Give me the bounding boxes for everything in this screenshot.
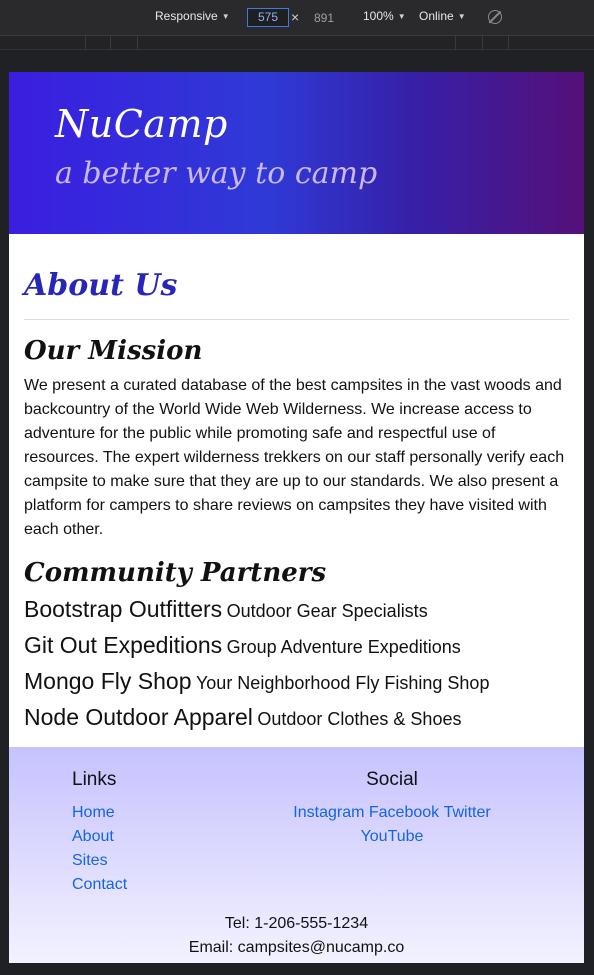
zoom-label: 100% (363, 9, 394, 23)
partner-name: Node Outdoor Apparel (24, 704, 253, 730)
partner-description: Outdoor Gear Specialists (226, 601, 428, 621)
partner-description: Your Neighborhood Fly Fishing Shop (195, 673, 490, 693)
tagline: a better way to camp (55, 156, 378, 191)
media-query-ruler (0, 36, 594, 50)
social-link-facebook[interactable]: Facebook (369, 804, 439, 821)
phone-number: Tel: 1-206-555-1234 (224, 915, 369, 932)
network-label: Online (419, 9, 454, 23)
footer-link-about[interactable]: About (72, 825, 127, 849)
partner-name: Mongo Fly Shop (24, 668, 192, 694)
zoom-dropdown[interactable]: 100% ▼ (363, 9, 406, 23)
social-heading: Social (366, 769, 418, 790)
main-content: About Us Our Mission We present a curate… (9, 234, 584, 740)
height-input[interactable]: 891 (314, 11, 334, 25)
footer-links: Links Home About Sites Contact (72, 769, 127, 897)
footer-social: Social Instagram Facebook Twitter YouTub… (279, 769, 505, 849)
devtools-toolbar: Responsive ▼ 575 × 891 100% ▼ Online ▼ (0, 0, 594, 36)
links-heading: Links (72, 769, 117, 790)
times-icon: × (291, 9, 300, 25)
mission-heading: Our Mission (24, 336, 203, 366)
network-throttle-dropdown[interactable]: Online ▼ (419, 9, 466, 23)
partner-item: Git Out Expeditions Group Adventure Expe… (24, 632, 569, 668)
partner-description: Outdoor Clothes & Shoes (257, 709, 462, 729)
partners-heading: Community Partners (24, 558, 327, 588)
social-link-youtube[interactable]: YouTube (361, 828, 424, 845)
chevron-down-icon: ▼ (457, 12, 466, 21)
chevron-down-icon: ▼ (221, 12, 230, 21)
device-mode-dropdown[interactable]: Responsive ▼ (155, 9, 230, 23)
partner-description: Group Adventure Expeditions (226, 637, 461, 657)
partner-name: Bootstrap Outfitters (24, 596, 223, 622)
chevron-down-icon: ▼ (397, 12, 406, 21)
footer-link-sites[interactable]: Sites (72, 849, 127, 873)
brand-title: NuCamp (55, 102, 228, 146)
partner-item: Bootstrap Outfitters Outdoor Gear Specia… (24, 596, 569, 632)
social-link-instagram[interactable]: Instagram (293, 804, 364, 821)
site-footer: Links Home About Sites Contact Social In… (9, 747, 584, 963)
social-link-twitter[interactable]: Twitter (444, 804, 491, 821)
page-title: About Us (24, 234, 569, 320)
email-address: Email: campsites@nucamp.co (188, 939, 405, 956)
partner-item: Mongo Fly Shop Your Neighborhood Fly Fis… (24, 668, 569, 704)
footer-link-home[interactable]: Home (72, 801, 127, 825)
page-viewport: NuCamp a better way to camp About Us Our… (9, 72, 584, 963)
rotate-icon[interactable] (488, 10, 502, 24)
device-mode-label: Responsive (155, 9, 218, 23)
footer-link-contact[interactable]: Contact (72, 873, 127, 897)
partner-name: Git Out Expeditions (24, 632, 223, 658)
contact-info: Tel: 1-206-555-1234 Email: campsites@nuc… (9, 912, 584, 960)
partner-item: Node Outdoor Apparel Outdoor Clothes & S… (24, 704, 569, 740)
width-input[interactable]: 575 (247, 8, 289, 27)
header-jumbotron: NuCamp a better way to camp (9, 72, 584, 234)
mission-text: We present a curated database of the bes… (24, 377, 565, 538)
